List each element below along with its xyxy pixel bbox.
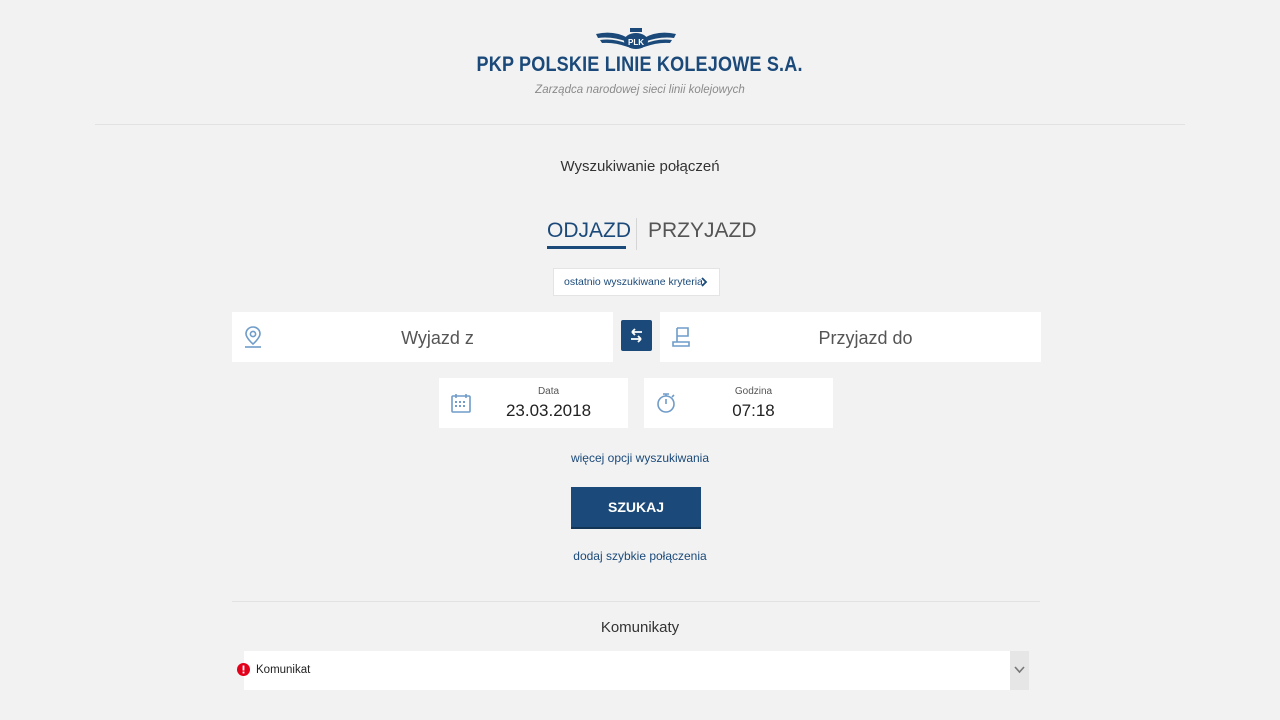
notice-expand-toggle[interactable]	[1010, 651, 1029, 690]
to-station-input[interactable]	[700, 312, 1031, 364]
chevron-down-icon	[1014, 666, 1025, 674]
tab-separator	[636, 218, 637, 250]
header-divider	[95, 124, 1185, 125]
swap-arrows-icon	[631, 328, 642, 343]
time-value[interactable]: 07:18	[684, 401, 823, 421]
notice-label: Komunikat	[256, 664, 311, 676]
more-search-options-link[interactable]: więcej opcji wyszukiwania	[0, 451, 1280, 465]
add-quick-connections-link[interactable]: dodaj szybkie połączenia	[0, 549, 1280, 563]
time-field[interactable]: Godzina 07:18	[644, 378, 833, 428]
notices-heading: Komunikaty	[600, 619, 680, 636]
from-station-input[interactable]	[272, 312, 603, 364]
from-station-field[interactable]	[232, 312, 613, 364]
active-tab-underline	[547, 246, 626, 249]
search-heading: Wyszukiwanie połączeń	[560, 158, 720, 175]
calendar-icon	[451, 394, 471, 413]
alert-icon	[237, 663, 250, 676]
time-label: Godzina	[734, 386, 773, 397]
date-label: Data	[537, 386, 560, 397]
search-button[interactable]: SZUKAJ	[571, 487, 701, 527]
brand-tagline: Zarządca narodowej sieci linii kolejowyc…	[535, 84, 745, 96]
recent-criteria-button[interactable]: ostatnio wyszukiwane kryteria	[553, 268, 720, 296]
svg-text:PLK: PLK	[628, 38, 644, 47]
notice-item[interactable]: Komunikat	[244, 651, 1029, 690]
stopwatch-icon	[657, 393, 675, 413]
destination-flag-icon	[672, 327, 690, 347]
swap-stations-button[interactable]	[621, 320, 652, 351]
recent-criteria-label: ostatnio wyszukiwane kryteria	[564, 276, 703, 288]
tab-arrival[interactable]: PRZYJAZD	[648, 219, 757, 243]
page: PLK PKP POLSKIE LINIE KOLEJOWE S.A. Zarz…	[0, 0, 1280, 720]
to-station-field[interactable]	[660, 312, 1041, 364]
date-value[interactable]: 23.03.2018	[479, 401, 618, 421]
tab-departure[interactable]: ODJAZD	[547, 219, 631, 243]
date-field[interactable]: Data 23.03.2018	[439, 378, 628, 428]
brand-name: PKP POLSKIE LINIE KOLEJOWE S.A.	[476, 53, 803, 76]
plk-logo-icon: PLK	[596, 28, 676, 49]
chevron-right-icon	[701, 277, 708, 287]
section-divider	[232, 601, 1040, 602]
location-pin-icon	[245, 326, 261, 348]
